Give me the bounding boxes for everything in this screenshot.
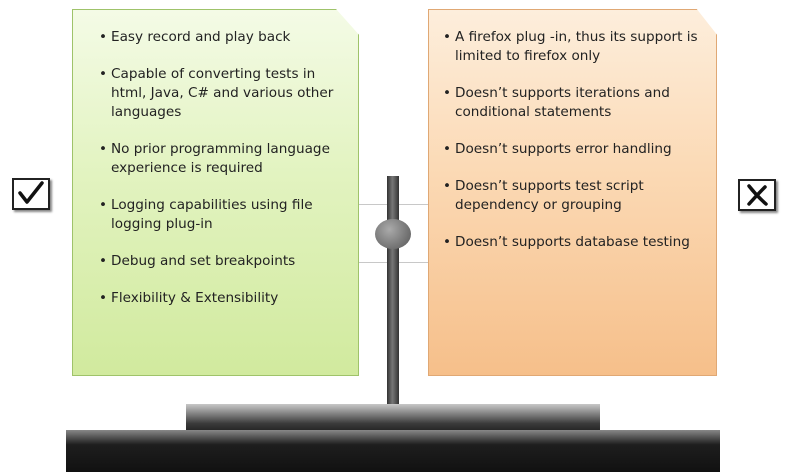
- cross-box: [738, 179, 776, 211]
- pros-item: • Easy record and play back: [99, 28, 342, 47]
- cons-item-text: Doesn’t supports error handling: [455, 141, 672, 157]
- cons-item-text: A firefox plug -in, thus its support is …: [455, 29, 698, 64]
- bullet: •: [443, 178, 452, 194]
- cross-mark-icon: [747, 184, 768, 206]
- bullet: •: [443, 141, 452, 157]
- cons-item: • Doesn’t supports database testing: [443, 233, 700, 252]
- bullet: •: [443, 234, 452, 250]
- bullet: •: [99, 197, 108, 213]
- cons-item: • Doesn’t supports test script dependency…: [443, 177, 700, 215]
- bullet: •: [99, 141, 108, 157]
- pros-item: • Capable of converting tests in html, Ja…: [99, 65, 342, 122]
- pros-panel: • Easy record and play back • Capable of c…: [72, 9, 359, 376]
- cons-item: • A firefox plug -in, thus its support is…: [443, 28, 700, 66]
- bullet: •: [99, 66, 108, 82]
- pros-item: • No prior programming language experienc…: [99, 140, 342, 178]
- pros-item-text: No prior programming language experience…: [111, 141, 330, 176]
- bullet: •: [99, 29, 108, 45]
- pros-item: • Debug and set breakpoints: [99, 252, 342, 271]
- pros-item: • Flexibility & Extensibility: [99, 289, 342, 308]
- stand-base-top: [186, 404, 600, 432]
- bullet: •: [99, 253, 108, 269]
- pros-item-text: Logging capabilities using file logging …: [111, 197, 313, 232]
- stand-pole: [387, 176, 399, 407]
- pros-item-text: Easy record and play back: [111, 29, 291, 45]
- pros-item-text: Capable of converting tests in html, Jav…: [111, 66, 334, 120]
- check-mark-icon: [18, 181, 44, 204]
- cons-item-text: Doesn’t supports iterations and conditio…: [455, 85, 670, 120]
- pros-item-text: Flexibility & Extensibility: [111, 290, 279, 306]
- bullet: •: [99, 290, 108, 306]
- stand-base-bottom: [66, 430, 720, 472]
- bullet: •: [443, 29, 452, 45]
- pros-item-text: Debug and set breakpoints: [111, 253, 296, 269]
- cons-panel: • A firefox plug -in, thus its support is…: [428, 9, 717, 376]
- cons-item: • Doesn’t supports error handling: [443, 140, 700, 159]
- pros-item: • Logging capabilities using file logging…: [99, 196, 342, 234]
- stand-knob: [375, 219, 411, 249]
- bullet: •: [443, 85, 452, 101]
- cons-item-text: Doesn’t supports database testing: [455, 234, 690, 250]
- check-box: [12, 178, 50, 210]
- cons-item-text: Doesn’t supports test script dependency …: [455, 178, 644, 213]
- cons-item: • Doesn’t supports iterations and conditi…: [443, 84, 700, 122]
